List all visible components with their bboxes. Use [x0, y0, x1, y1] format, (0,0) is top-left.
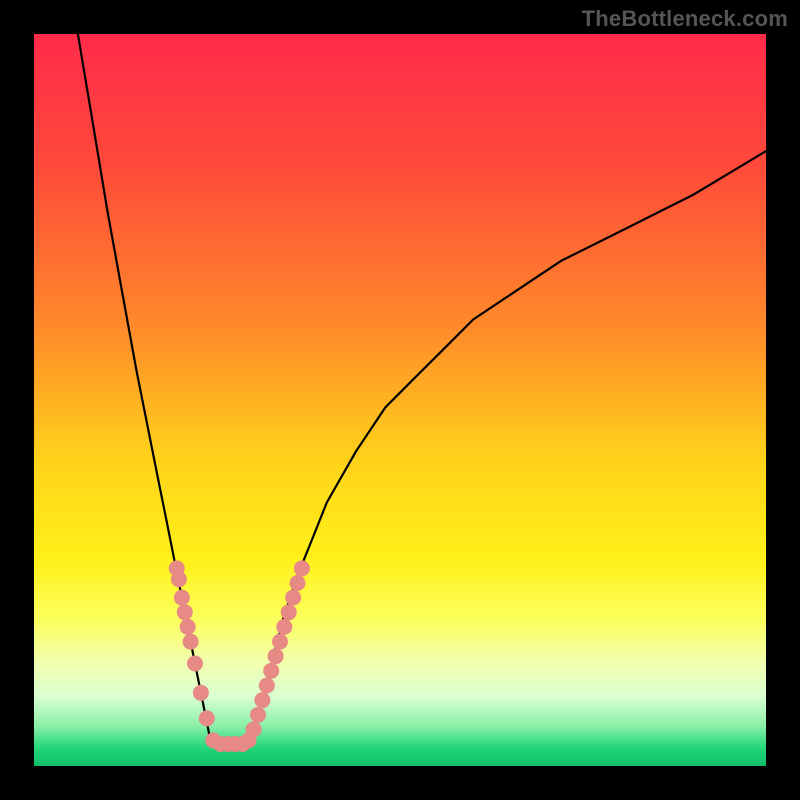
- chart-container: TheBottleneck.com: [0, 0, 800, 800]
- data-marker: [281, 604, 297, 620]
- data-marker: [187, 656, 203, 672]
- data-marker: [250, 707, 266, 723]
- data-marker: [180, 619, 196, 635]
- data-marker: [263, 663, 279, 679]
- data-marker: [171, 571, 187, 587]
- data-marker: [174, 590, 190, 606]
- data-marker: [199, 710, 215, 726]
- watermark-text: TheBottleneck.com: [582, 6, 788, 32]
- data-marker: [259, 678, 275, 694]
- data-marker: [268, 648, 284, 664]
- data-marker: [183, 634, 199, 650]
- data-marker: [272, 634, 288, 650]
- chart-svg: [0, 0, 800, 800]
- plot-background: [34, 34, 766, 766]
- data-marker: [246, 721, 262, 737]
- data-marker: [276, 619, 292, 635]
- data-marker: [294, 560, 310, 576]
- data-marker: [285, 590, 301, 606]
- data-marker: [177, 604, 193, 620]
- data-marker: [254, 692, 270, 708]
- data-marker: [193, 685, 209, 701]
- data-marker: [290, 575, 306, 591]
